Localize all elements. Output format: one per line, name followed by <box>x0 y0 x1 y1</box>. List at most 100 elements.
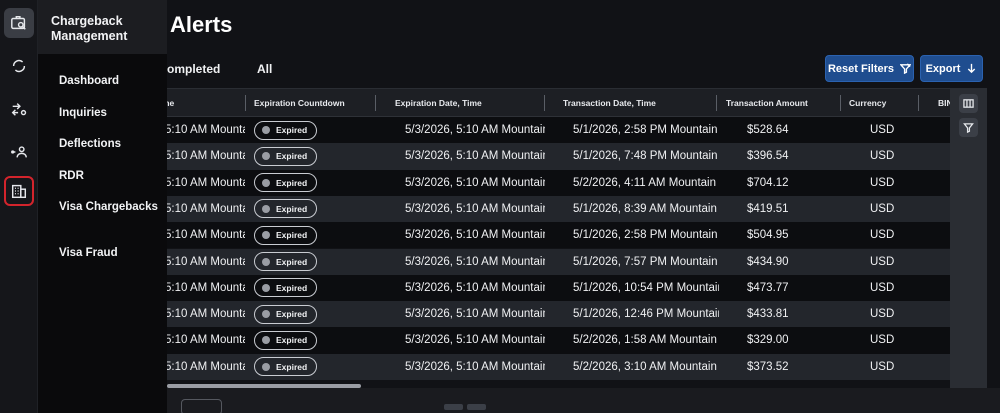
status-badge: Expired <box>254 225 318 245</box>
cell-transaction-amount: $528.64 <box>747 124 789 136</box>
cell-expiration-countdown: Expired <box>254 301 364 327</box>
grid-side-toolbar <box>950 88 987 388</box>
table-row[interactable]: 5:10 AM Mounta Expired 5/3/2026, 5:10 AM M… <box>167 353 987 380</box>
cell-expiration-date: 5/3/2026, 5:10 AM Mountain <box>405 281 545 294</box>
menu-item-rdr[interactable]: RDR <box>59 169 159 183</box>
rail-users-link[interactable] <box>4 137 34 167</box>
pagination-bar <box>167 388 1000 413</box>
menu-item-dashboard[interactable]: Dashboard <box>59 74 159 88</box>
cell-expiration-date: 5/3/2026, 5:10 AM Mountain <box>405 255 545 268</box>
cell-transaction-amount: $373.52 <box>747 360 789 373</box>
table-row[interactable]: 5:10 AM Mounta Expired 5/3/2026, 5:10 AM M… <box>167 301 987 328</box>
icon-rail <box>0 0 38 413</box>
status-dot-icon <box>262 362 270 371</box>
status-badge: Expired <box>254 330 318 350</box>
page-button[interactable] <box>444 404 463 410</box>
table-row[interactable]: 5:10 AM Mounta Expired 5/3/2026, 5:10 AM M… <box>167 143 987 170</box>
page-size-select[interactable] <box>181 399 222 413</box>
status-dot-icon <box>262 178 270 187</box>
refresh-circle-icon <box>12 59 26 73</box>
column-header-currency[interactable]: Currency <box>849 89 894 117</box>
status-dot-icon <box>262 231 270 240</box>
table-header: me Expiration Countdown Expiration Date,… <box>167 89 987 117</box>
flyout-menu: Chargeback Management Dashboard Inquirie… <box>38 0 167 413</box>
page-button[interactable] <box>467 404 486 410</box>
column-header-expiration-date[interactable]: Expiration Date, Time <box>395 89 495 117</box>
table-row[interactable]: 5:10 AM Mounta Expired 5/3/2026, 5:10 AM M… <box>167 117 987 144</box>
cell-transaction-amount: $329.00 <box>747 334 789 347</box>
cell-date: 5:10 AM Mounta <box>167 255 245 268</box>
cell-expiration-date: 5/3/2026, 5:10 AM Mountain <box>405 334 545 347</box>
status-dot-icon <box>262 126 270 134</box>
cell-date: 5:10 AM Mounta <box>167 308 245 321</box>
swap-gear-icon <box>11 103 27 116</box>
cell-date: 5:10 AM Mounta <box>167 176 245 189</box>
menu-item-deflections[interactable]: Deflections <box>59 137 159 151</box>
column-header-date[interactable]: me <box>167 89 237 117</box>
cell-transaction-date: 5/2/2026, 3:10 AM Mountain T <box>573 360 719 373</box>
status-badge: Expired <box>254 173 318 193</box>
cell-currency: USD <box>870 281 895 294</box>
cell-transaction-date: 5/1/2026, 12:46 PM Mountain <box>573 308 719 321</box>
cell-transaction-date: 5/1/2026, 7:57 PM Mountain T <box>573 255 719 268</box>
status-dot-icon <box>262 283 270 292</box>
case-search-icon <box>11 15 26 30</box>
cell-transaction-date: 5/1/2026, 2:58 PM Mountain T <box>573 124 719 136</box>
column-header-transaction-amount[interactable]: Transaction Amount <box>726 89 811 117</box>
arrow-down-icon <box>968 63 976 74</box>
table-row[interactable]: 5:10 AM Mounta Expired 5/3/2026, 5:10 AM M… <box>167 274 987 302</box>
cell-expiration-date: 5/3/2026, 5:10 AM Mountain <box>405 308 545 321</box>
export-button[interactable]: Export <box>920 55 983 82</box>
rail-swap-settings[interactable] <box>4 94 34 124</box>
cell-expiration-countdown: Expired <box>254 354 364 380</box>
alerts-table: me Expiration Countdown Expiration Date,… <box>167 88 987 388</box>
columns-button[interactable] <box>959 94 978 113</box>
menu-item-inquiries[interactable]: Inquiries <box>59 106 159 120</box>
cell-expiration-countdown: Expired <box>254 327 364 353</box>
table-row[interactable]: 5:10 AM Mounta Expired 5/3/2026, 5:10 AM M… <box>167 248 987 275</box>
rail-refresh[interactable] <box>4 51 34 81</box>
status-badge: Expired <box>254 199 318 219</box>
cell-date: 5:10 AM Mounta <box>167 202 245 215</box>
export-label: Export <box>925 62 961 75</box>
cell-transaction-amount: $473.77 <box>747 281 789 294</box>
status-dot-icon <box>262 152 270 161</box>
table-row[interactable]: 5:10 AM Mounta Expired 5/3/2026, 5:10 AM M… <box>167 327 987 354</box>
status-dot-icon <box>262 310 270 319</box>
cell-expiration-countdown: Expired <box>254 249 364 275</box>
cell-transaction-date: 5/2/2026, 1:58 AM Mountain T <box>573 334 719 347</box>
cell-expiration-countdown: Expired <box>254 222 364 248</box>
menu-item-visa-chargebacks[interactable]: Visa Chargebacks <box>59 200 159 214</box>
column-header-expiration-countdown[interactable]: Expiration Countdown <box>254 89 354 117</box>
cell-date: 5:10 AM Mounta <box>167 360 245 373</box>
tab-completed[interactable]: ompleted <box>167 62 220 76</box>
cell-currency: USD <box>870 150 895 163</box>
cell-expiration-date: 5/3/2026, 5:10 AM Mountain <box>405 150 545 163</box>
filters-panel-button[interactable] <box>959 118 978 137</box>
cell-date: 5:10 AM Mounta <box>167 281 245 294</box>
status-badge: Expired <box>254 120 318 140</box>
column-header-transaction-date[interactable]: Transaction Date, Time <box>563 89 663 117</box>
cell-transaction-date: 5/2/2026, 4:11 AM Mountain T <box>573 176 719 189</box>
tab-all[interactable]: All <box>257 62 272 76</box>
table-row[interactable]: 5:10 AM Mounta Expired 5/3/2026, 5:10 AM M… <box>167 222 987 249</box>
rail-case-search[interactable] <box>4 8 34 38</box>
cell-currency: USD <box>870 124 895 136</box>
building-icon <box>11 184 27 199</box>
table-row[interactable]: 5:10 AM Mounta Expired 5/3/2026, 5:10 AM M… <box>167 169 987 196</box>
cell-transaction-amount: $396.54 <box>747 150 789 163</box>
reset-filters-button[interactable]: Reset Filters <box>825 55 914 82</box>
filter-icon <box>963 123 974 133</box>
cell-currency: USD <box>870 334 895 347</box>
status-badge: Expired <box>254 252 318 271</box>
cell-expiration-date: 5/3/2026, 5:10 AM Mountain <box>405 202 545 215</box>
cell-currency: USD <box>870 202 895 215</box>
rail-building[interactable] <box>4 176 34 206</box>
cell-transaction-amount: $433.81 <box>747 308 789 321</box>
cell-expiration-date: 5/3/2026, 5:10 AM Mountain <box>405 176 545 189</box>
cell-transaction-amount: $504.95 <box>747 229 789 242</box>
table-row[interactable]: 5:10 AM Mounta Expired 5/3/2026, 5:10 AM M… <box>167 195 987 223</box>
cell-expiration-countdown: Expired <box>254 143 364 169</box>
cell-currency: USD <box>870 176 895 189</box>
menu-item-visa-fraud[interactable]: Visa Fraud <box>59 246 159 260</box>
